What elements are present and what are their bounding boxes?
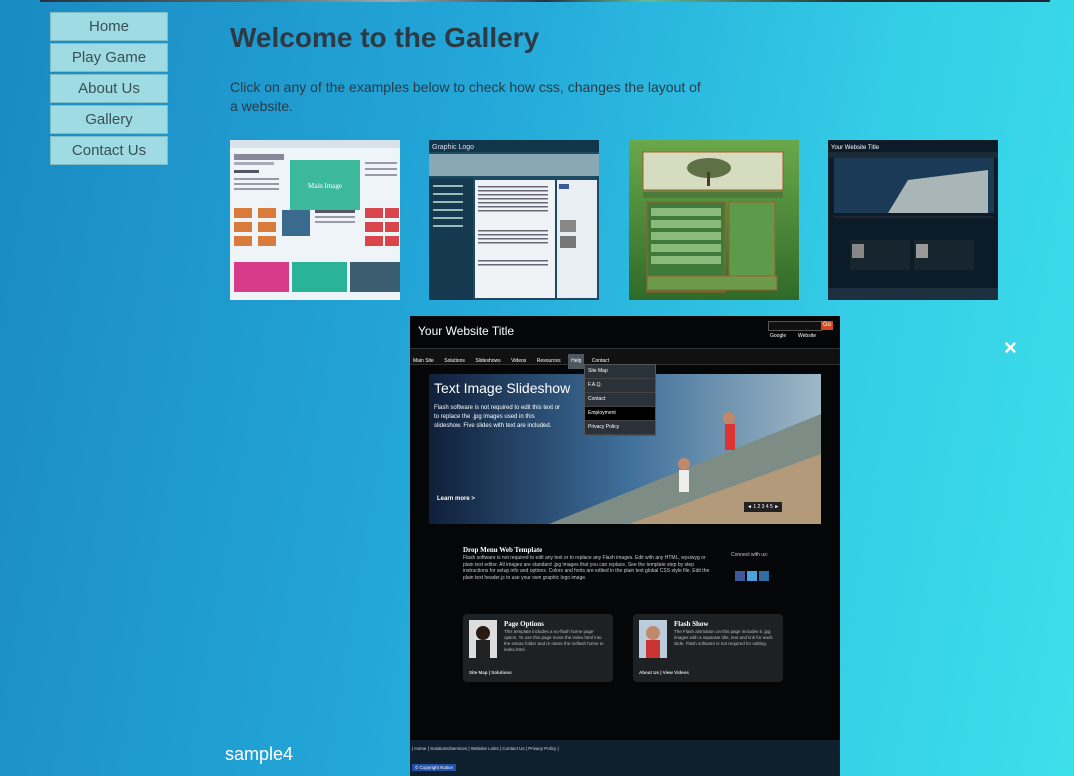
lb-box2-photo <box>639 620 667 658</box>
thumb-2-image: Graphic Logo <box>429 140 599 300</box>
lb-connect-label: Connect with us: <box>731 552 768 558</box>
lb-radio-website[interactable]: Website <box>798 333 816 339</box>
thumb-2-label: Graphic Logo <box>432 144 474 151</box>
thumb-4-label: Your Website Title <box>831 145 880 151</box>
lb-box2-links[interactable]: About Us | View Videos <box>639 670 689 675</box>
lightbox-preview: Your Website Title Go Google Website Mai… <box>410 316 840 776</box>
lb-box1-photo <box>469 620 497 658</box>
lb-menu-solutions[interactable]: Solutions <box>441 354 468 369</box>
thumb-1-label: Main Image <box>308 182 342 190</box>
nav-home[interactable]: Home <box>50 12 168 41</box>
lb-box2-text: The Flash animation on this page include… <box>674 629 773 646</box>
lb-menu-slideshows[interactable]: Slideshows <box>472 354 503 369</box>
lb-search-input[interactable] <box>768 321 822 331</box>
lb-menu-resources[interactable]: Resources <box>534 354 564 369</box>
lb-menu-bar: Main Site Solutions Slideshows Videos Re… <box>410 348 840 369</box>
gallery-thumb-2[interactable]: Graphic Logo <box>429 140 599 300</box>
thumb-1-image: Main Image <box>230 140 400 300</box>
gallery-thumb-1[interactable]: Main Image <box>230 140 400 300</box>
lb-box2-title: Flash Show <box>674 620 709 628</box>
lb-copyright: © Copyright Notice <box>412 764 456 771</box>
gallery-thumb-3[interactable] <box>629 140 799 300</box>
lb-go-button[interactable]: Go <box>821 321 833 330</box>
page-intro: Click on any of the examples below to ch… <box>230 79 701 114</box>
lb-drop-employment[interactable]: Employment <box>585 407 655 421</box>
lb-box-flash-show: Flash Show The Flash animation on this p… <box>633 614 783 682</box>
lb-slide-pager[interactable]: ◄ 1 2 3 4 5 ► <box>744 502 783 512</box>
lb-drop-contact[interactable]: Contact <box>585 393 655 407</box>
lb-help-dropdown: Site Map F.A.Q. Contact Employment Priva… <box>584 364 656 436</box>
lb-radio-google[interactable]: Google <box>770 333 786 339</box>
nav-play-game[interactable]: Play Game <box>50 43 168 72</box>
lb-section-text: Flash software is not required to edit a… <box>463 555 710 581</box>
lb-box1-text: This template includes a no-flash home p… <box>504 629 604 652</box>
page-title: Welcome to the Gallery <box>230 22 540 53</box>
lightbox-caption: sample4 <box>225 744 294 764</box>
nav-gallery[interactable]: Gallery <box>50 105 168 134</box>
lb-site-title: Your Website Title <box>418 324 515 338</box>
lb-slide-title: Text Image Slideshow <box>434 380 571 396</box>
lb-slide-text: Flash software is not required to edit t… <box>434 405 561 429</box>
lb-learn-more-link[interactable]: Learn more > <box>437 496 475 502</box>
lb-footer: | Home | Solutions/Services | Website Li… <box>410 740 840 776</box>
lb-section-heading: Drop Menu Web Template <box>463 546 543 554</box>
lb-drop-faq[interactable]: F.A.Q. <box>585 379 655 393</box>
nav-about-us[interactable]: About Us <box>50 74 168 103</box>
lb-drop-site-map[interactable]: Site Map <box>585 365 655 379</box>
thumb-3-image <box>629 140 799 300</box>
sidebar-nav: Home Play Game About Us Gallery Contact … <box>50 12 168 167</box>
lb-menu-main-site[interactable]: Main Site <box>410 354 437 369</box>
lb-box1-title: Page Options <box>504 620 544 628</box>
lb-menu-help[interactable]: Help <box>568 354 585 369</box>
thumb-4-image: Your Website Title <box>828 140 998 300</box>
lb-drop-privacy[interactable]: Privacy Policy <box>585 421 655 435</box>
lb-footer-links[interactable]: | Home | Solutions/Services | Website Li… <box>412 746 559 751</box>
nav-contact-us[interactable]: Contact Us <box>50 136 168 165</box>
top-strip <box>40 0 1050 2</box>
gallery-thumb-4[interactable]: Your Website Title <box>828 140 998 300</box>
lb-social-icons[interactable] <box>735 571 771 582</box>
lb-box-page-options: Page Options This template includes a no… <box>463 614 613 682</box>
close-icon[interactable]: × <box>1004 336 1017 360</box>
lb-box1-links[interactable]: Site Map | Solutions <box>469 670 512 675</box>
lb-menu-videos[interactable]: Videos <box>508 354 529 369</box>
